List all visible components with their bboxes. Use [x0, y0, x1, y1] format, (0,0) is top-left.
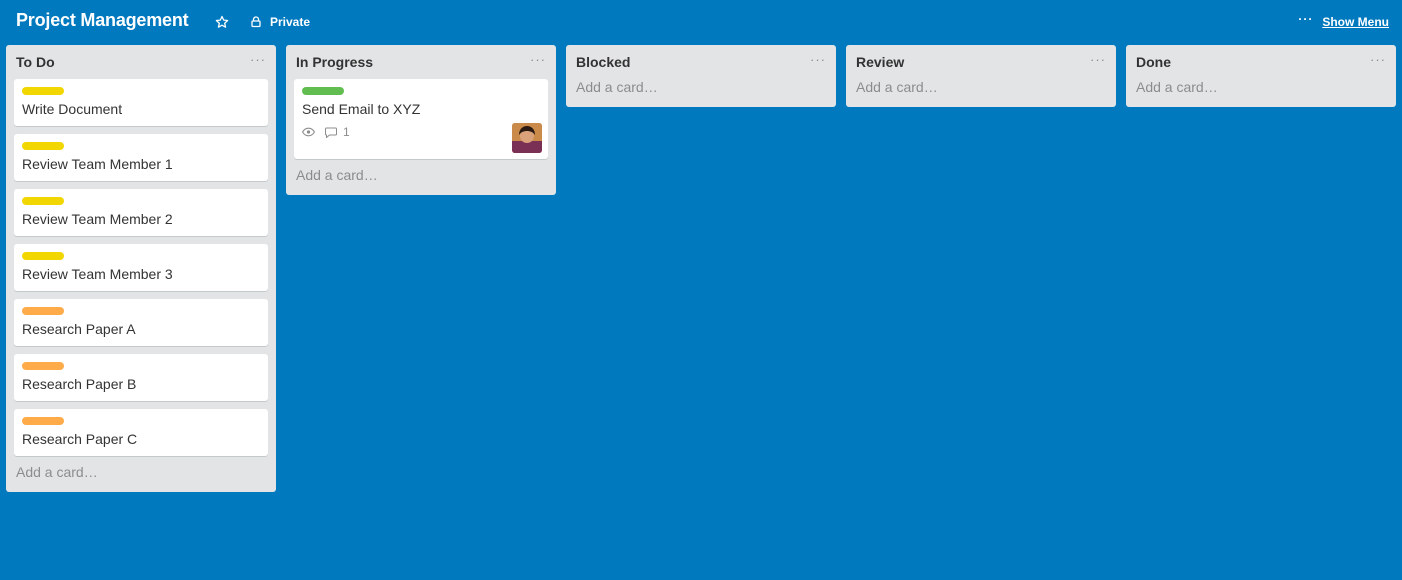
comment-icon	[325, 127, 337, 138]
lock-icon	[251, 16, 261, 28]
list-title[interactable]: To Do	[16, 54, 55, 70]
list-menu-icon[interactable]: ···	[1370, 52, 1386, 67]
list-header: In Progress ···	[294, 45, 548, 79]
list-menu-icon[interactable]: ···	[250, 52, 266, 67]
list-done: Done ··· Add a card…	[1126, 45, 1396, 107]
card[interactable]: Research Paper A	[14, 299, 268, 346]
add-card-link[interactable]: Add a card…	[294, 159, 548, 187]
star-icon	[215, 15, 229, 28]
list-title[interactable]: In Progress	[296, 54, 373, 70]
card-label	[22, 307, 64, 315]
card-list: Send Email to XYZ 1	[294, 79, 548, 159]
card[interactable]: Research Paper C	[14, 409, 268, 456]
list-header: Review ···	[854, 45, 1108, 79]
card-label	[302, 87, 344, 95]
show-menu-label: Show Menu	[1322, 15, 1389, 29]
card-label	[22, 252, 64, 260]
card-badges: 1	[302, 125, 540, 139]
show-menu-button[interactable]: ··· Show Menu	[1298, 12, 1389, 31]
list-review: Review ··· Add a card…	[846, 45, 1116, 107]
card[interactable]: Send Email to XYZ 1	[294, 79, 548, 159]
more-icon: ···	[1298, 12, 1314, 26]
list-menu-icon[interactable]: ···	[1090, 52, 1106, 67]
add-card-link[interactable]: Add a card…	[854, 79, 1108, 99]
list-header: Blocked ···	[574, 45, 828, 79]
privacy-label: Private	[270, 15, 311, 29]
card-title: Write Document	[22, 101, 123, 117]
card-title: Send Email to XYZ	[302, 101, 421, 117]
card-title: Research Paper B	[22, 376, 137, 392]
card-label	[22, 142, 64, 150]
list-menu-icon[interactable]: ···	[530, 52, 546, 67]
list-title[interactable]: Done	[1136, 54, 1171, 70]
card-title: Review Team Member 2	[22, 211, 173, 227]
lists-container: To Do ··· Write Document Review Team Member…	[6, 45, 1402, 492]
list-blocked: Blocked ··· Add a card…	[566, 45, 836, 107]
card-list: Write Document Review Team Member 1 Review…	[14, 79, 268, 456]
card-label	[22, 197, 64, 205]
card-label	[22, 362, 64, 370]
comment-count: 1	[343, 125, 350, 139]
list-header: Done ···	[1134, 45, 1388, 79]
list-menu-icon[interactable]: ···	[810, 52, 826, 67]
list-title[interactable]: Review	[856, 54, 904, 70]
card-label	[22, 87, 64, 95]
card-title: Review Team Member 1	[22, 156, 173, 172]
card-title: Research Paper A	[22, 321, 136, 337]
list-header: To Do ···	[14, 45, 268, 79]
card-title: Research Paper C	[22, 431, 138, 447]
add-card-link[interactable]: Add a card…	[574, 79, 828, 99]
member-avatar[interactable]	[512, 123, 542, 153]
board-header: Project Management Private ··· Show Menu	[0, 0, 1402, 44]
list-to-do: To Do ··· Write Document Review Team Member…	[6, 45, 276, 492]
comment-badge: 1	[325, 125, 350, 139]
star-board-button[interactable]	[215, 13, 231, 31]
card[interactable]: Research Paper B	[14, 354, 268, 401]
list-title[interactable]: Blocked	[576, 54, 630, 70]
board-title[interactable]: Project Management	[16, 10, 189, 31]
card-title: Review Team Member 3	[22, 266, 173, 282]
card-label	[22, 417, 64, 425]
card[interactable]: Review Team Member 1	[14, 134, 268, 181]
card[interactable]: Write Document	[14, 79, 268, 126]
list-in-progress: In Progress ··· Send Email to XYZ 1 Add a ca…	[286, 45, 556, 195]
privacy-button[interactable]: Private	[250, 13, 310, 31]
card[interactable]: Review Team Member 3	[14, 244, 268, 291]
add-card-link[interactable]: Add a card…	[1134, 79, 1388, 99]
card[interactable]: Review Team Member 2	[14, 189, 268, 236]
eye-icon	[302, 127, 315, 137]
add-card-link[interactable]: Add a card…	[14, 456, 268, 484]
board: Project Management Private ··· Show Menu…	[0, 0, 1402, 580]
